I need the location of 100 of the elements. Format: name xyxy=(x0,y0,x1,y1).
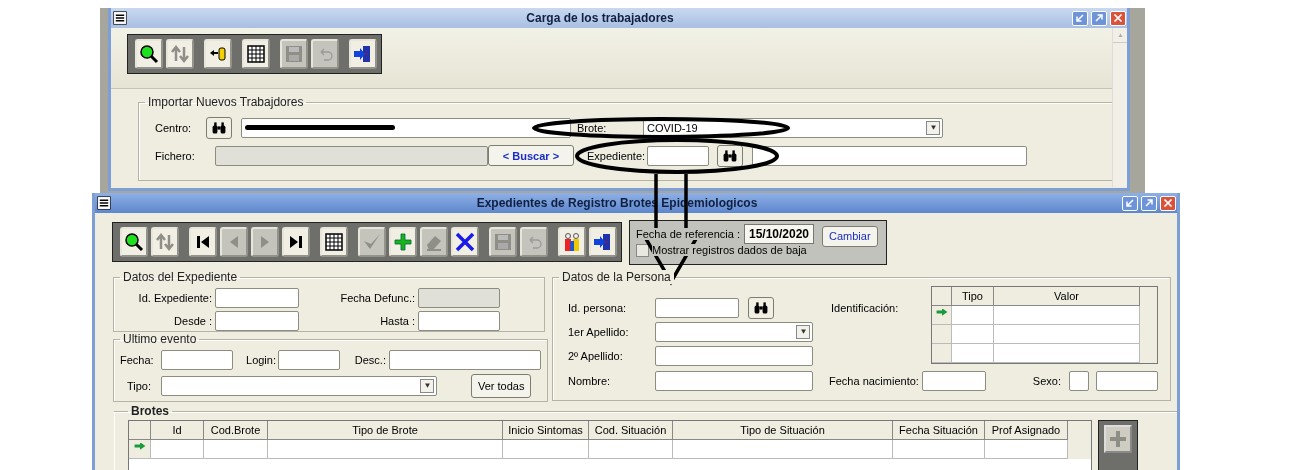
field-label: Fichero: xyxy=(154,149,196,162)
input-field[interactable] xyxy=(278,350,340,370)
row-indicator[interactable] xyxy=(932,306,952,325)
input-field[interactable] xyxy=(647,145,709,166)
input-field[interactable] xyxy=(161,350,233,370)
checkbox[interactable] xyxy=(636,243,649,257)
dropdown-button[interactable] xyxy=(796,325,810,339)
corner-header xyxy=(932,287,952,306)
field-label: Nombre: xyxy=(568,375,612,387)
close-button[interactable] xyxy=(1110,10,1126,26)
grid-button[interactable] xyxy=(320,227,348,257)
exit-button[interactable] xyxy=(589,227,617,257)
grid-button[interactable] xyxy=(242,39,270,69)
window-title: Carga de los trabajadores xyxy=(525,11,675,25)
ver-todas-button[interactable]: Ver todas xyxy=(471,374,532,398)
binoculars-button[interactable] xyxy=(206,116,232,139)
field-label: 2º Apellido: xyxy=(568,350,624,362)
delete-button[interactable] xyxy=(451,227,479,257)
minimize-button[interactable] xyxy=(1072,10,1088,26)
import-button[interactable] xyxy=(204,39,232,69)
first-button[interactable] xyxy=(189,227,217,257)
close-icon xyxy=(1113,13,1123,23)
group-title: Datos del Expediente xyxy=(122,270,239,284)
table-cell xyxy=(952,325,994,344)
search-button[interactable] xyxy=(135,39,163,69)
group-title: Importar Nuevos Trabajdores xyxy=(147,95,305,109)
table-gutter xyxy=(1068,440,1091,459)
column-header[interactable]: Tipo de Brote xyxy=(268,421,503,440)
binoculars-button[interactable] xyxy=(748,297,774,319)
exit-button[interactable] xyxy=(349,39,377,69)
maximize-button[interactable] xyxy=(1091,10,1107,26)
field-label: Desde : xyxy=(173,314,212,327)
file-field[interactable] xyxy=(215,145,488,166)
field-label: Sexo: xyxy=(1032,375,1061,387)
date-field[interactable]: 15/10/2020 xyxy=(743,224,814,244)
field-label: Fecha: xyxy=(120,354,155,366)
input-field[interactable] xyxy=(215,310,299,331)
column-header[interactable]: Valor xyxy=(994,287,1140,306)
browse-button[interactable]: < Buscar > xyxy=(488,145,574,166)
input-field[interactable] xyxy=(921,371,986,391)
field-label: Login: xyxy=(245,354,277,366)
field-label: Brote: xyxy=(576,121,608,134)
field-label: Hasta : xyxy=(379,314,415,327)
column-header[interactable]: Inicio Sintomas xyxy=(503,421,589,440)
field-label: Desc.: xyxy=(353,354,387,366)
maximize-button[interactable] xyxy=(1141,195,1157,211)
search-button[interactable] xyxy=(120,227,148,257)
close-button[interactable] xyxy=(1160,195,1176,211)
corner-header xyxy=(129,421,151,440)
cambiar-button[interactable]: Cambiar xyxy=(822,225,878,247)
column-header[interactable]: Fecha Situación xyxy=(893,421,985,440)
column-header[interactable]: Tipo xyxy=(952,287,994,306)
field-label: Id. persona: xyxy=(568,302,628,314)
plus-icon xyxy=(393,232,413,252)
binoculars-icon xyxy=(211,119,227,136)
column-header[interactable]: Tipo de Situación xyxy=(673,421,893,440)
plus-button[interactable] xyxy=(389,227,417,257)
close-icon xyxy=(1163,198,1173,208)
table-cell xyxy=(952,306,994,325)
column-header[interactable]: Cod. Situación xyxy=(589,421,673,440)
arrow-cylinder-icon xyxy=(208,44,228,64)
binoculars-button[interactable] xyxy=(717,144,743,167)
scrollbar[interactable] xyxy=(1112,28,1127,187)
people-button[interactable] xyxy=(558,227,586,257)
window-menu-icon xyxy=(112,11,128,25)
input-field[interactable] xyxy=(418,310,500,331)
input-field[interactable] xyxy=(1069,371,1089,391)
up-arrow-icon xyxy=(1117,32,1124,38)
field-label: Expediente: xyxy=(586,149,647,162)
field-label: 1er Apellido: xyxy=(568,326,630,338)
plus-icon xyxy=(1108,429,1128,449)
row-indicator[interactable] xyxy=(129,440,151,459)
up-down-arrows-icon xyxy=(155,232,175,252)
input-field[interactable] xyxy=(418,287,500,308)
last-button[interactable] xyxy=(282,227,310,257)
door-arrow-icon xyxy=(593,232,613,252)
binoculars-icon xyxy=(722,147,738,164)
search-icon xyxy=(139,44,159,64)
dropdown-button[interactable] xyxy=(420,379,434,393)
input-field[interactable] xyxy=(752,145,1027,166)
input-field[interactable] xyxy=(655,371,813,391)
field-label: Fecha nacimiento: xyxy=(829,375,919,387)
column-header[interactable]: Id xyxy=(151,421,204,440)
table-gutter xyxy=(1068,421,1091,440)
input-field[interactable] xyxy=(389,350,541,370)
input-field[interactable] xyxy=(215,287,299,308)
input-field[interactable] xyxy=(655,298,739,318)
binoculars-icon xyxy=(753,300,769,316)
input-field[interactable] xyxy=(655,346,813,366)
section-title: Brotes xyxy=(130,404,170,418)
column-header[interactable]: Prof Asignado xyxy=(985,421,1068,440)
dropdown-button[interactable] xyxy=(926,120,940,135)
arrow-up-right-icon xyxy=(1144,198,1154,208)
centro-field[interactable] xyxy=(241,117,571,138)
table-icon xyxy=(324,232,344,252)
column-header[interactable]: Cod.Brote xyxy=(204,421,268,440)
minimize-button[interactable] xyxy=(1122,195,1138,211)
input-field[interactable] xyxy=(1096,371,1158,391)
arrow-up-right-icon xyxy=(1094,13,1104,23)
group-title: Datos de la Persona xyxy=(559,270,674,284)
